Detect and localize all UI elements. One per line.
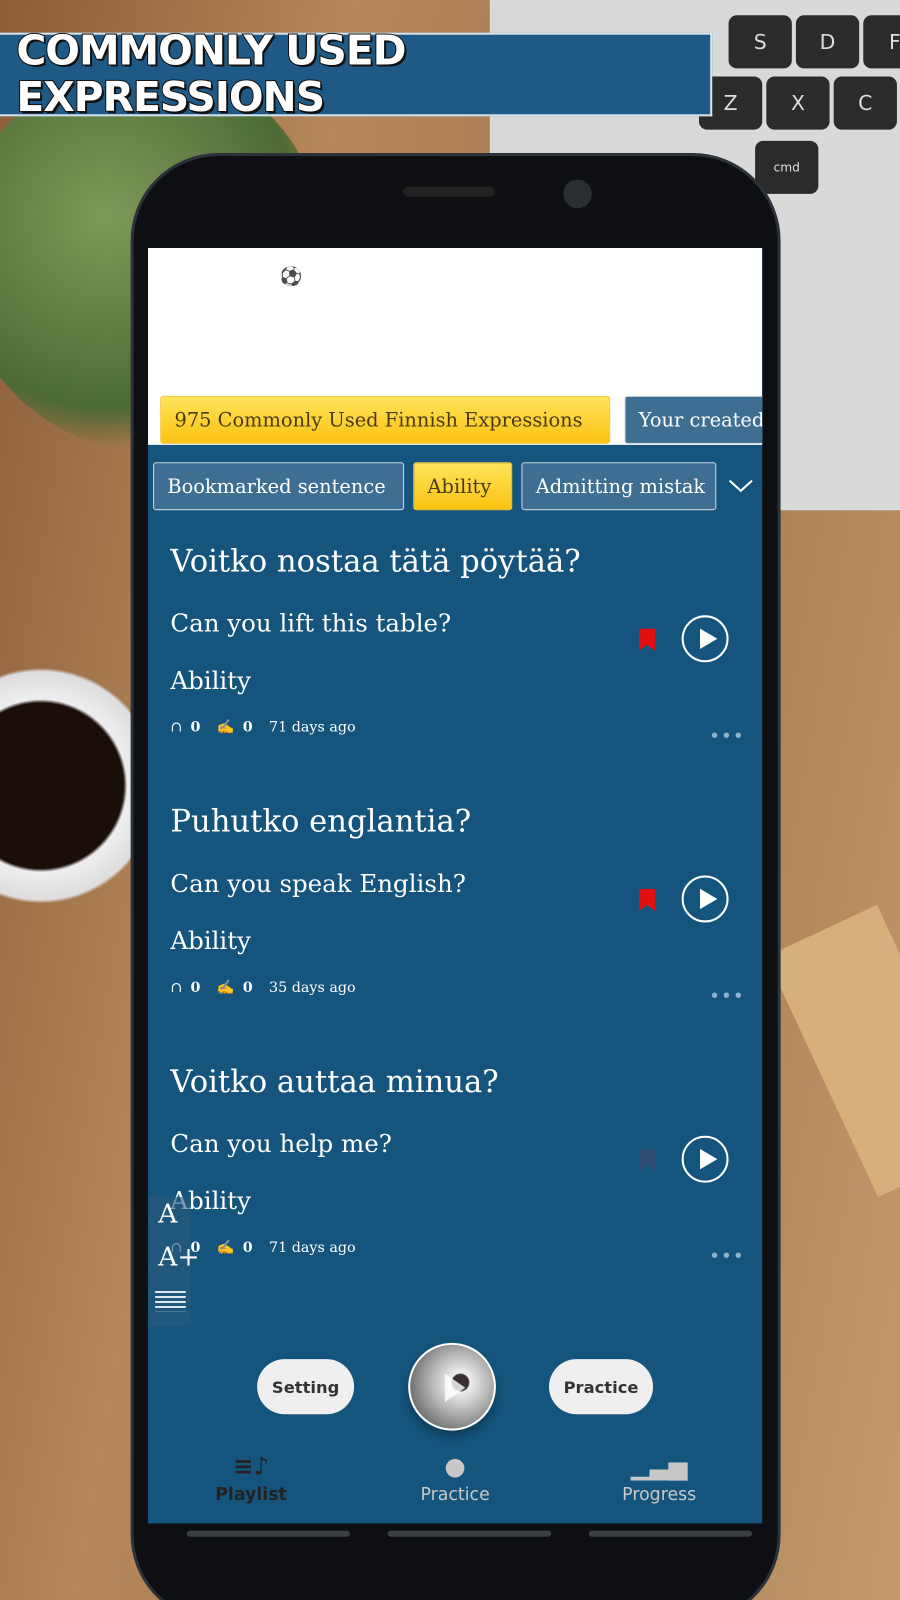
nav-label: Practice <box>420 1484 490 1506</box>
search-icon[interactable] <box>607 321 642 356</box>
nav-bar-line <box>186 1530 350 1537</box>
bar-chart-icon: ▁▃▅ <box>630 1452 688 1481</box>
wifi-icon: ≋ <box>627 266 643 288</box>
key: C <box>833 76 897 130</box>
battery-percent: 64% <box>682 266 724 288</box>
nav-label: Playlist <box>215 1484 287 1506</box>
wifi-icon: ≋ <box>237 266 253 288</box>
fullscreen-icon[interactable] <box>666 322 699 355</box>
sentence-card[interactable]: Voitko nostaa tätä pöytää? Can you lift … <box>170 543 743 804</box>
category-label: Ability <box>170 666 251 695</box>
page-title: PLAYLIST <box>210 319 346 349</box>
playlist-chip[interactable]: 975 Commonly Used Finnish Expressions <box>160 395 611 444</box>
banner: COMMONLY USED EXPRESSIONS <box>0 27 713 122</box>
more-horiz-icon[interactable]: ••• <box>709 986 745 1007</box>
practice-icon: ✍ <box>216 719 235 736</box>
soccer-icon: ⚽ <box>279 266 303 288</box>
playlist-chip[interactable]: Your created <box>624 395 763 444</box>
speaker-grille <box>403 186 495 197</box>
slack-icon: # <box>258 266 275 288</box>
sentence-card[interactable]: Puhutko englantia? Can you speak English… <box>170 804 743 1064</box>
practice-count: 0 <box>242 719 253 736</box>
practice-icon: ✍ <box>216 979 235 996</box>
signal-icon: ▂▄ <box>648 266 677 288</box>
category-chip[interactable]: Ability <box>413 462 513 511</box>
headphones-icon: ∩ <box>170 979 183 996</box>
key: S <box>728 15 792 69</box>
category-chip[interactable]: Bookmarked sentence <box>153 462 405 511</box>
play-button[interactable] <box>681 615 729 663</box>
card-meta: ∩ 0 ✍ 0 71 days ago <box>170 719 355 735</box>
coffee-cup-decoration <box>0 632 143 939</box>
head-gear-icon: ● <box>444 1452 466 1481</box>
sentence-card[interactable]: Voitko auttaa minua? Can you help me? Ab… <box>170 1064 743 1324</box>
scene: S D F Z X C cmd COMMONLY USED EXPRESSION… <box>0 0 900 1600</box>
status-time: 09:10 <box>178 266 232 288</box>
headphones-icon: ∩ <box>170 719 183 736</box>
font-decrease-button[interactable]: A <box>158 1199 177 1230</box>
nav-progress[interactable]: ▁▃▅ Progress <box>588 1452 731 1505</box>
more-horiz-icon[interactable]: ••• <box>709 726 745 747</box>
finnish-sentence: Puhutko englantia? <box>170 804 472 840</box>
card-meta: ∩ 0 ✍ 0 35 days ago <box>170 980 355 996</box>
practice-count: 0 <box>242 979 253 996</box>
key: X <box>766 76 830 130</box>
notebook-decoration <box>765 904 900 1198</box>
finnish-sentence: Voitko auttaa minua? <box>170 1064 499 1100</box>
more-vert-icon[interactable]: · · · <box>721 312 731 363</box>
play-button[interactable] <box>681 1135 729 1183</box>
status-left: 09:10 ≋ # ⚽ <box>179 266 303 287</box>
bookmark-icon[interactable] <box>638 1148 656 1172</box>
setting-button[interactable]: Setting <box>257 1359 355 1415</box>
font-increase-button[interactable]: A+ <box>158 1242 199 1273</box>
align-icon[interactable] <box>155 1290 186 1312</box>
font-tools: A A+ <box>147 1196 200 1327</box>
mute-icon: 🔇︎ <box>609 266 622 288</box>
nav-label: Progress <box>622 1484 697 1506</box>
nav-playlist[interactable]: ≡♪ Playlist <box>180 1452 323 1505</box>
english-translation: Can you help me? <box>170 1129 392 1159</box>
playlist-icon: ≡♪ <box>232 1452 270 1481</box>
timestamp: 35 days ago <box>269 979 356 996</box>
bookmark-icon[interactable] <box>638 888 656 912</box>
nav-bar-line <box>588 1530 753 1537</box>
key: cmd <box>755 140 819 194</box>
listen-count: 0 <box>190 979 201 996</box>
more-horiz-icon[interactable]: ••• <box>709 1246 745 1267</box>
timestamp: 71 days ago <box>269 1239 356 1257</box>
play-icon <box>444 1373 466 1403</box>
listen-count: 0 <box>190 719 201 736</box>
status-right: 🔇︎ ≋ ▂▄ 64%▮ <box>610 266 734 287</box>
video-play-button[interactable] <box>408 1342 496 1431</box>
english-translation: Can you lift this table? <box>170 609 452 638</box>
key: F <box>863 15 900 69</box>
key: D <box>795 15 860 69</box>
nav-bar-line <box>387 1530 552 1537</box>
practice-icon: ✍ <box>216 1239 235 1257</box>
practice-button[interactable]: Practice <box>548 1359 654 1415</box>
nav-practice[interactable]: ● Practice <box>384 1452 527 1505</box>
english-translation: Can you speak English? <box>170 869 466 898</box>
category-chip[interactable]: Admitting mistak <box>521 462 717 511</box>
camera <box>563 179 592 209</box>
bookmark-icon[interactable] <box>638 628 656 652</box>
app-screen: 09:10 ≋ # ⚽ 🔇︎ ≋ ▂▄ 64%▮ PLAYLIST · · · 97… <box>147 247 763 1524</box>
finnish-sentence: Voitko nostaa tätä pöytää? <box>170 543 581 580</box>
chevron-down-icon[interactable] <box>728 478 755 494</box>
timestamp: 71 days ago <box>269 719 356 736</box>
battery-icon: ▮ <box>723 266 734 288</box>
play-button[interactable] <box>681 875 729 923</box>
banner-title: COMMONLY USED EXPRESSIONS <box>15 27 407 123</box>
category-label: Ability <box>170 926 251 956</box>
practice-count: 0 <box>242 1239 253 1257</box>
